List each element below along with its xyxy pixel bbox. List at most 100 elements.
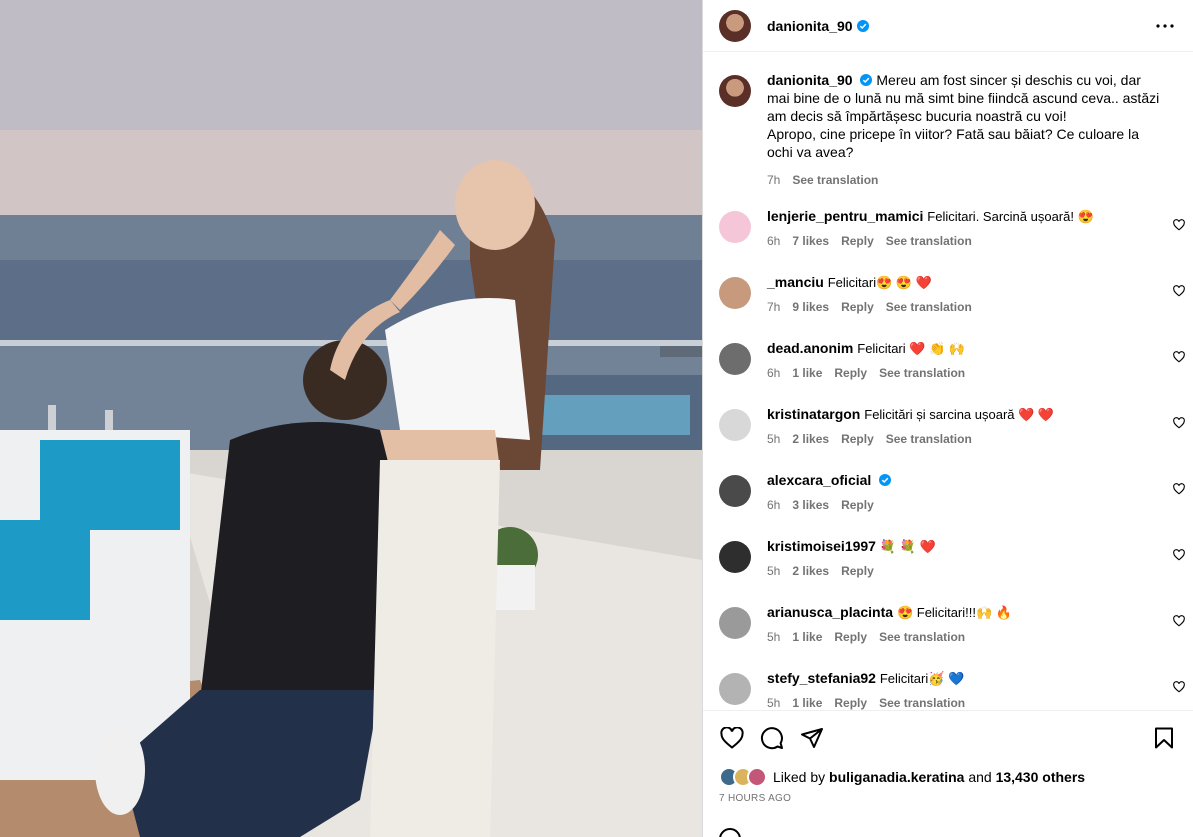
comment-body: Felicitari. Sarcină ușoară! 😍 (927, 209, 1094, 224)
comment-likes[interactable]: 3 likes (792, 498, 829, 512)
comment-username[interactable]: arianusca_placinta (767, 604, 893, 620)
comment-time[interactable]: 5h (767, 432, 780, 446)
comment-likes[interactable]: 2 likes (792, 564, 829, 578)
comment-time[interactable]: 6h (767, 366, 780, 380)
comment-likes[interactable]: 1 like (792, 366, 822, 380)
heart-icon[interactable] (719, 725, 745, 751)
comment-like-heart-icon[interactable] (1173, 285, 1185, 297)
post-actions: Liked by buliganadia.keratina and 13,430… (703, 710, 1193, 804)
liked-by: Liked by buliganadia.keratina and 13,430… (719, 767, 1177, 787)
comment-likes[interactable]: 1 like (792, 696, 822, 710)
comments-list[interactable]: danionita_90 Mereu am fost sincer și des… (703, 53, 1193, 710)
post-timestamp[interactable]: 7 HOURS AGO (719, 793, 1177, 804)
liked-by-avatars[interactable] (719, 767, 767, 787)
comment-likes[interactable]: 9 likes (792, 300, 829, 314)
comment-like-heart-icon[interactable] (1173, 681, 1185, 693)
comment-likes[interactable]: 2 likes (792, 432, 829, 446)
comment-time[interactable]: 6h (767, 498, 780, 512)
comment-row: lenjerie_pentru_mamici Felicitari. Sarci… (703, 207, 1193, 273)
comment-text: stefy_stefania92 Felicitari🥳 💙 (767, 669, 1149, 688)
more-horizontal-icon[interactable] (1153, 14, 1177, 38)
comment-likes[interactable]: 7 likes (792, 234, 829, 248)
comment-reply-button[interactable]: Reply (841, 432, 874, 446)
comment-like-heart-icon[interactable] (1173, 417, 1185, 429)
caption-see-translation[interactable]: See translation (792, 173, 878, 187)
comment-reply-button[interactable]: Reply (841, 234, 874, 248)
comment-see-translation[interactable]: See translation (879, 366, 965, 380)
comment-row: _manciu Felicitari😍 😍 ❤️ 7h 9 likes Repl… (703, 273, 1193, 339)
comment-text: dead.anonim Felicitari ❤️ 👏 🙌 (767, 339, 1149, 358)
comment-username[interactable]: kristinatargon (767, 406, 860, 422)
comment-body: Felicitari🥳 💙 (879, 671, 965, 686)
comment-reply-button[interactable]: Reply (841, 498, 874, 512)
comment-username[interactable]: stefy_stefania92 (767, 670, 876, 686)
comment-reply-button[interactable]: Reply (834, 366, 867, 380)
comment-reply-button[interactable]: Reply (834, 696, 867, 710)
comment-body: Felicitari😍 😍 ❤️ (827, 275, 932, 290)
comment-time[interactable]: 5h (767, 696, 780, 710)
author-avatar[interactable] (719, 9, 751, 42)
bookmark-icon[interactable] (1151, 725, 1177, 751)
comment-avatar[interactable] (719, 409, 751, 441)
comment-time[interactable]: 5h (767, 630, 780, 644)
caption-author-avatar[interactable] (719, 75, 751, 107)
comment-avatar[interactable] (719, 673, 751, 705)
comment-row: kristinatargon Felicitări și sarcina ușo… (703, 405, 1193, 471)
comment-likes[interactable]: 1 like (792, 630, 822, 644)
comment-avatar[interactable] (719, 541, 751, 573)
comment-reply-button[interactable]: Reply (834, 630, 867, 644)
comment-row: arianusca_placinta 😍 Felicitari!!!🙌 🔥 5h… (703, 603, 1193, 669)
comment-rows: lenjerie_pentru_mamici Felicitari. Sarci… (703, 207, 1193, 710)
post-photo-illustration (0, 0, 702, 837)
comment-avatar[interactable] (719, 475, 751, 507)
comment-like-heart-icon[interactable] (1173, 351, 1185, 363)
comment-username[interactable]: _manciu (767, 274, 824, 290)
caption-username[interactable]: danionita_90 (767, 72, 853, 88)
comment-reply-button[interactable]: Reply (841, 300, 874, 314)
comment-like-heart-icon[interactable] (1173, 483, 1185, 495)
liker-avatar (747, 767, 767, 787)
verified-badge-icon (856, 19, 869, 32)
comment-like-heart-icon[interactable] (1173, 615, 1185, 627)
comment-avatar[interactable] (719, 343, 751, 375)
caption-time[interactable]: 7h (767, 173, 780, 187)
emoji-icon[interactable] (719, 828, 741, 837)
post-caption: danionita_90 Mereu am fost sincer și des… (703, 53, 1193, 187)
comment-avatar[interactable] (719, 211, 751, 243)
caption-body-2: Apropo, cine pricepe în viitor? Fată sau… (767, 126, 1139, 160)
liked-by-others[interactable]: 13,430 others (996, 769, 1086, 785)
comment-icon[interactable] (759, 725, 785, 751)
caption-text: danionita_90 Mereu am fost sincer și des… (767, 71, 1161, 161)
comment-row: alexcara_oficial 6h 3 likes Reply (703, 471, 1193, 537)
comment-username[interactable]: dead.anonim (767, 340, 853, 356)
post-header: danionita_90 (703, 0, 1193, 52)
comment-see-translation[interactable]: See translation (886, 432, 972, 446)
comment-username[interactable]: kristimoisei1997 (767, 538, 876, 554)
liked-by-middle: and (968, 769, 992, 785)
comment-like-heart-icon[interactable] (1173, 219, 1185, 231)
comment-see-translation[interactable]: See translation (886, 234, 972, 248)
comment-body: 💐 💐 ❤️ (879, 539, 936, 554)
comment-row: dead.anonim Felicitari ❤️ 👏 🙌 6h 1 like … (703, 339, 1193, 405)
comment-body: 😍 Felicitari!!!🙌 🔥 (896, 605, 1012, 620)
share-icon[interactable] (799, 725, 825, 751)
comment-time[interactable]: 6h (767, 234, 780, 248)
comment-avatar[interactable] (719, 277, 751, 309)
comment-time[interactable]: 5h (767, 564, 780, 578)
comment-reply-button[interactable]: Reply (841, 564, 874, 578)
comment-like-heart-icon[interactable] (1173, 549, 1185, 561)
comment-text: alexcara_oficial (767, 471, 1149, 490)
comment-see-translation[interactable]: See translation (886, 300, 972, 314)
comment-body: Felicitari ❤️ 👏 🙌 (857, 341, 966, 356)
comment-text: arianusca_placinta 😍 Felicitari!!!🙌 🔥 (767, 603, 1149, 622)
comment-text: kristinatargon Felicitări și sarcina ușo… (767, 405, 1149, 424)
liked-by-user[interactable]: buliganadia.keratina (829, 769, 964, 785)
comment-username[interactable]: alexcara_oficial (767, 472, 871, 488)
comment-username[interactable]: lenjerie_pentru_mamici (767, 208, 923, 224)
comment-see-translation[interactable]: See translation (879, 630, 965, 644)
comment-time[interactable]: 7h (767, 300, 780, 314)
comment-see-translation[interactable]: See translation (879, 696, 965, 710)
comment-avatar[interactable] (719, 607, 751, 639)
post-photo[interactable] (0, 0, 702, 837)
author-username[interactable]: danionita_90 (767, 18, 853, 34)
